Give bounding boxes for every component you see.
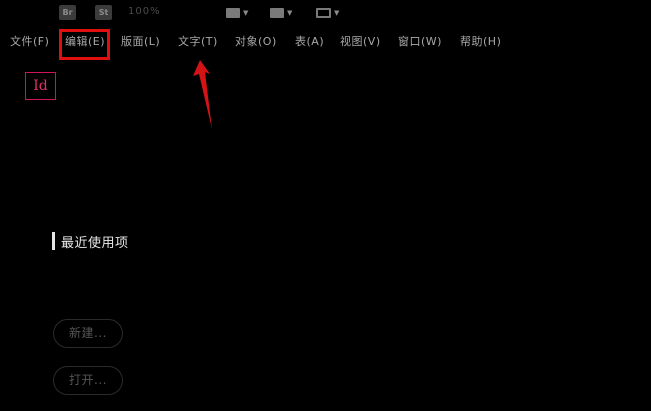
view-options-dropdown[interactable]: ▼ — [270, 6, 292, 20]
screen-mode-dropdown[interactable]: ▼ — [226, 6, 248, 20]
arrange-documents-dropdown[interactable]: ▼ — [316, 6, 339, 20]
menu-help[interactable]: 帮助(H) — [460, 33, 501, 49]
stock-button[interactable]: St — [95, 5, 112, 20]
indesign-start-window: Br St 100% ▼ ▼ ▼ 文件(F) 编辑(E) 版面(L) 文字(T)… — [0, 0, 651, 411]
recent-section-title: 最近使用项 — [61, 236, 129, 251]
open-document-button[interactable]: 打开... — [53, 366, 123, 395]
screen-mode-icon — [226, 8, 240, 18]
chevron-down-icon: ▼ — [287, 9, 293, 17]
menu-layout[interactable]: 版面(L) — [121, 33, 160, 49]
red-arrow-annotation — [193, 60, 212, 129]
recent-section-marker — [52, 232, 55, 250]
indesign-logo: Id — [25, 72, 56, 100]
menu-view[interactable]: 视图(V) — [340, 33, 381, 49]
menu-table[interactable]: 表(A) — [295, 33, 324, 49]
arrange-documents-icon — [316, 8, 331, 18]
view-options-icon — [270, 8, 284, 18]
edit-menu-highlight — [59, 29, 110, 60]
bridge-button[interactable]: Br — [59, 5, 76, 20]
chevron-down-icon: ▼ — [243, 9, 249, 17]
zoom-level[interactable]: 100% — [128, 6, 161, 17]
menu-file[interactable]: 文件(F) — [10, 33, 49, 49]
application-bar: Br St 100% ▼ ▼ ▼ — [0, 0, 651, 26]
menu-type[interactable]: 文字(T) — [178, 33, 218, 49]
menu-object[interactable]: 对象(O) — [235, 33, 277, 49]
chevron-down-icon: ▼ — [334, 9, 340, 17]
new-document-button[interactable]: 新建... — [53, 319, 123, 348]
menu-window[interactable]: 窗口(W) — [398, 33, 442, 49]
